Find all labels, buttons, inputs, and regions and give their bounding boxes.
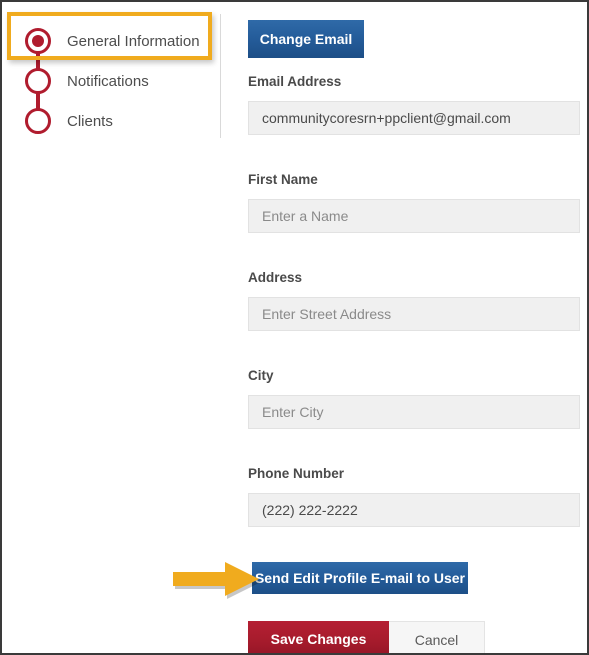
sidebar-item-notifications[interactable]: Notifications xyxy=(2,63,220,99)
filled-circle-icon xyxy=(25,28,51,54)
city-input[interactable]: Enter City xyxy=(248,395,580,429)
first-name-label: First Name xyxy=(248,172,318,187)
save-changes-button[interactable]: Save Changes xyxy=(248,621,389,653)
city-label: City xyxy=(248,368,274,383)
sidebar-item-clients[interactable]: Clients xyxy=(2,103,220,139)
sidebar-item-label: Notifications xyxy=(67,72,149,90)
address-input[interactable]: Enter Street Address xyxy=(248,297,580,331)
form-footer-actions: Save Changes Cancel xyxy=(248,621,485,653)
first-name-input[interactable]: Enter a Name xyxy=(248,199,580,233)
step-rail: General Information Notifications Client… xyxy=(2,2,220,653)
cancel-button[interactable]: Cancel xyxy=(389,621,485,653)
sidebar-item-general-information[interactable]: General Information xyxy=(2,23,220,59)
email-address-field[interactable]: communitycoresrn+ppclient@gmail.com xyxy=(248,101,580,135)
sidebar-item-label: Clients xyxy=(67,112,113,130)
empty-circle-icon xyxy=(25,108,51,134)
phone-number-label: Phone Number xyxy=(248,466,345,481)
sidebar-item-label: General Information xyxy=(67,32,200,50)
vertical-divider xyxy=(220,14,221,138)
email-address-label: Email Address xyxy=(248,74,342,89)
empty-circle-icon xyxy=(25,68,51,94)
address-label: Address xyxy=(248,270,303,285)
change-email-button[interactable]: Change Email xyxy=(248,20,364,58)
screenshot-root: General Information Notifications Client… xyxy=(0,0,589,655)
phone-number-input[interactable]: (222) 222-2222 xyxy=(248,493,580,527)
send-edit-profile-email-button[interactable]: Send Edit Profile E-mail to User xyxy=(252,562,468,594)
